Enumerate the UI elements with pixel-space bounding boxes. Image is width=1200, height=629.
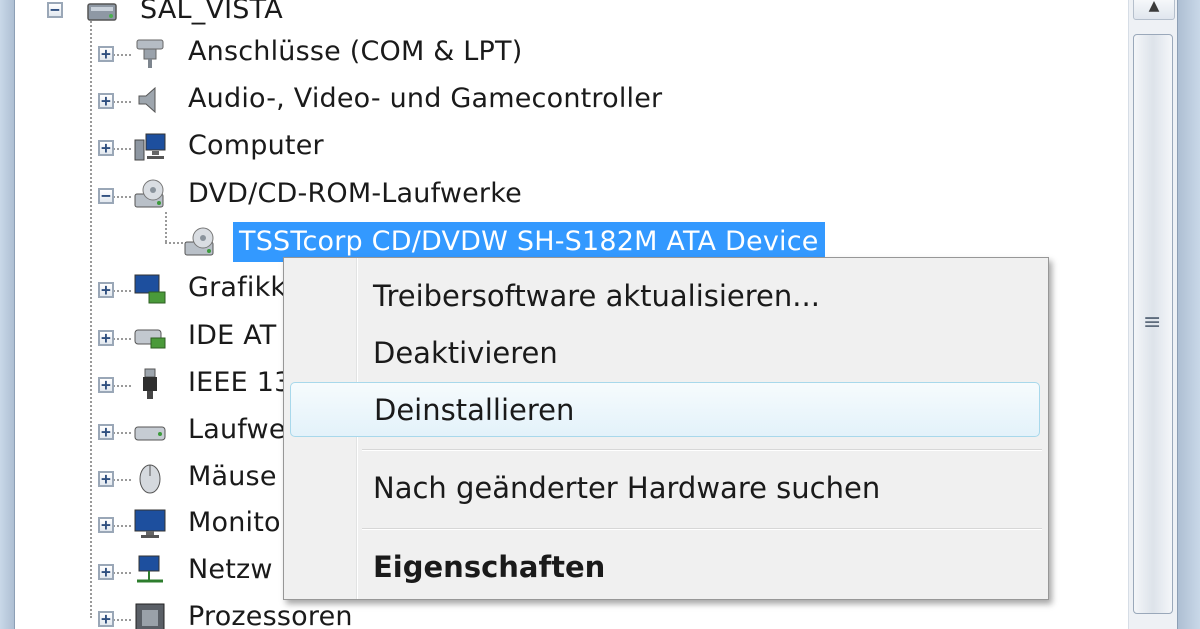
expand-icon[interactable]: + [98,93,114,109]
menu-item-scan-hardware[interactable]: Nach geänderter Hardware suchen [290,461,1040,516]
tree-guide-line [113,525,131,527]
tree-guide-line [113,290,131,292]
tree-guide-line [113,101,131,103]
tree-label: Prozessoren [188,601,353,629]
expand-icon[interactable]: + [98,46,114,62]
processor-icon [135,603,165,629]
tree-guide-line [90,18,92,618]
tree-guide-line [113,619,131,621]
optical-drive-icon [134,179,164,208]
menu-separator [362,449,1042,451]
scroll-grip-icon: ≡ [1143,310,1162,335]
disk-drive-icon [134,426,166,441]
menu-item-disable[interactable]: Deaktivieren [290,326,1040,381]
computer-icon [87,3,117,21]
expand-icon[interactable]: + [98,424,114,440]
tree-guide-line [113,385,131,387]
tree-guide-line [113,572,131,574]
tree-label: Laufwe [188,414,286,445]
mouse-icon [139,464,161,494]
expand-icon[interactable]: + [98,330,114,346]
speaker-icon [138,86,156,114]
tree-label-root: SAL_VISTA [140,0,283,25]
port-connector-icon [136,39,164,68]
menu-item-label: Treibersoftware aktualisieren... [373,279,820,313]
expand-icon[interactable]: + [98,471,114,487]
menu-item-label: Eigenschaften [373,550,606,584]
menu-item-properties[interactable]: Eigenschaften [290,540,1040,595]
tree-guide-line [113,338,131,340]
tree-label: Netzw [188,554,273,585]
scroll-up-icon[interactable]: ▲ [1133,0,1175,20]
tree-label: Monito [188,507,281,538]
menu-item-uninstall[interactable]: Deinstallieren [290,382,1040,437]
tree-label: IEEE 13 [188,367,292,398]
window-frame-left [0,0,15,629]
tree-label: Grafikk [188,272,287,303]
menu-item-update-driver[interactable]: Treibersoftware aktualisieren... [290,269,1040,324]
tree-label: Audio-, Video- und Gamecontroller [188,83,663,114]
expand-icon[interactable]: + [98,517,114,533]
collapse-icon[interactable]: − [47,2,63,18]
tree-guide-line [113,479,131,481]
tree-guide-line [113,148,131,150]
tree-label: Mäuse [188,461,277,492]
expand-icon[interactable]: + [98,377,114,393]
tree-label-selected: TSSTcorp CD/DVDW SH-S182M ATA Device [233,222,825,262]
tree-label: Anschlüsse (COM & LPT) [188,36,523,67]
context-menu: Treibersoftware aktualisieren... Deaktiv… [283,257,1049,600]
monitor-icon [134,509,166,538]
window-frame-right [1177,0,1200,629]
expand-icon[interactable]: + [98,564,114,580]
menu-item-label: Deinstallieren [374,393,575,427]
tree-guide-line [113,432,131,434]
tree-label: Computer [188,130,324,161]
menu-item-label: Deaktivieren [373,336,558,370]
computer-monitor-icon [134,133,166,161]
menu-separator [362,528,1042,530]
tree-label: DVD/CD-ROM-Laufwerke [188,178,522,209]
menu-item-label: Nach geänderter Hardware suchen [373,471,881,505]
ide-controller-icon [134,329,166,349]
expand-icon[interactable]: + [98,140,114,156]
optical-drive-icon [184,227,214,256]
expand-icon[interactable]: + [98,611,114,627]
tree-guide-line [165,212,167,242]
tree-guide-line [113,54,131,56]
network-adapter-icon [137,555,163,583]
display-adapter-icon [134,274,166,304]
tree-guide-line [113,196,131,198]
collapse-icon[interactable]: − [98,188,114,204]
firewire-icon [143,368,157,399]
expand-icon[interactable]: + [98,282,114,298]
tree-label: IDE AT [188,320,277,351]
